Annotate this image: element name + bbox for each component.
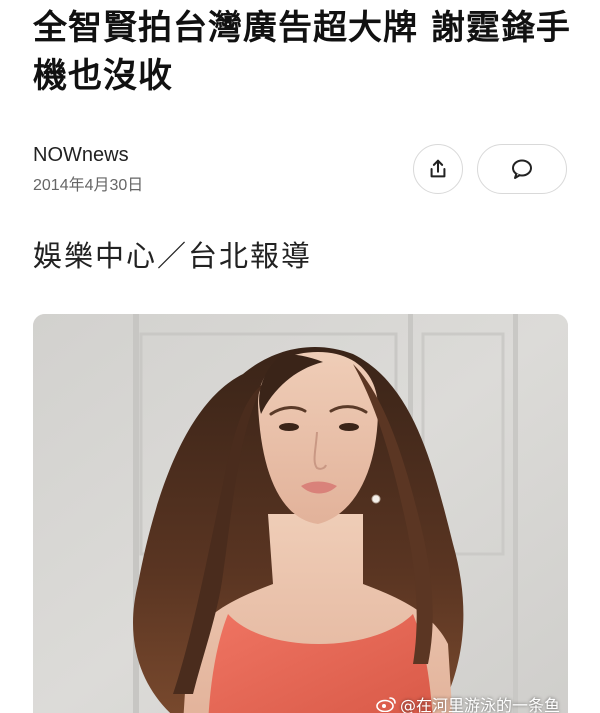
watermark-text: @在河里游泳的一条鱼 bbox=[399, 696, 560, 713]
article-page: 全智賢拍台灣廣告超大牌 謝霆鋒手機也沒收 NOWnews 2014年4月30日 … bbox=[0, 0, 600, 713]
comment-icon bbox=[512, 159, 532, 179]
article-meta: NOWnews 2014年4月30日 bbox=[33, 140, 143, 197]
article-photo[interactable]: @在河里游泳的一条鱼 bbox=[33, 314, 568, 713]
weibo-logo bbox=[376, 697, 396, 712]
article-headline: 全智賢拍台灣廣告超大牌 謝霆鋒手機也沒收 bbox=[33, 8, 571, 96]
comment-button[interactable] bbox=[477, 144, 567, 194]
publish-date: 2014年4月30日 bbox=[33, 177, 144, 194]
section-byline: 娛樂中心／台北報導 bbox=[33, 239, 313, 273]
share-button[interactable] bbox=[413, 144, 463, 194]
portrait-photo bbox=[33, 314, 568, 713]
watermark: @在河里游泳的一条鱼 bbox=[376, 692, 560, 713]
source-name[interactable]: NOWnews bbox=[33, 140, 143, 170]
share-icon bbox=[430, 159, 446, 178]
